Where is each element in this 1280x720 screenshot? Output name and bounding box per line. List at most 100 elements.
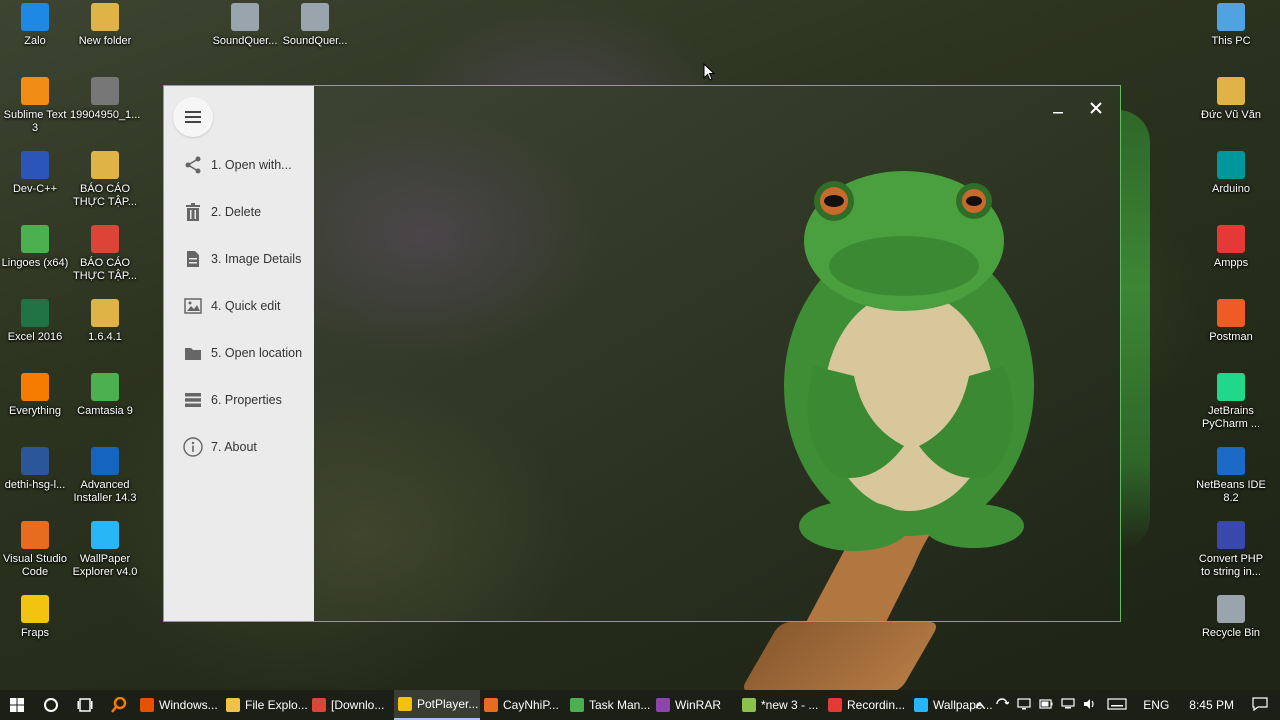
taskbar-app-button[interactable]: Task Man... [566,690,652,720]
viewer-menu-label: 1. Open with... [211,158,292,172]
desktop-icon-label: Recycle Bin [1201,627,1261,639]
minimize-button[interactable] [1048,98,1068,118]
info-icon [183,437,203,457]
taskbar-app-button[interactable]: Windows... [136,690,222,720]
excel-icon [21,299,49,327]
language-indicator[interactable]: ENG [1133,698,1179,712]
taskbar-app-label: *new 3 - ... [761,698,819,712]
viewer-menu-item[interactable]: 1. Open with... [164,150,314,180]
desktop-icon[interactable]: Đức Vũ Văn [1196,77,1266,122]
search-button[interactable] [34,690,68,720]
taskbar-app-button[interactable]: WinRAR [652,690,738,720]
desktop-icon[interactable]: Camtasia 9 [70,373,140,418]
volume-icon[interactable] [1079,698,1101,713]
taskbar-app-button[interactable]: *new 3 - ... [738,690,824,720]
taskbar-app-label: Task Man... [589,698,651,712]
desktop-icon[interactable]: Fraps [0,595,70,640]
taskbar-app-button[interactable]: Recordin... [824,690,910,720]
trash-icon [183,202,203,222]
desktop-icon[interactable]: NetBeans IDE 8.2 [1196,447,1266,505]
windows-media-icon [140,698,154,712]
desktop-icon[interactable]: BÁO CÁO THỰC TẬP... [70,151,140,209]
minimize-icon [1053,112,1063,114]
viewer-menu-item[interactable]: 4. Quick edit [164,291,314,321]
start-button[interactable] [0,690,34,720]
soundquery-icon [301,3,329,31]
clock[interactable]: 8:45 PM [1179,698,1244,712]
show-hidden-icons-button[interactable] [969,698,991,712]
desktop-icon[interactable]: BÁO CÁO THỰC TẬP... [70,225,140,283]
everything-icon [21,373,49,401]
close-button[interactable] [1086,98,1106,118]
desktop-icon[interactable]: Arduino [1196,151,1266,196]
desktop-icon[interactable]: Advanced Installer 14.3 [70,447,140,505]
viewer-menu-item[interactable]: 3. Image Details [164,244,314,274]
this-pc-icon [1217,3,1245,31]
desktop-icon[interactable]: This PC [1196,3,1266,48]
desktop-icon[interactable]: JetBrains PyCharm ... [1196,373,1266,431]
viewer-menu-item[interactable]: 6. Properties [164,385,314,415]
viewer-menu-item[interactable]: 7. About [164,432,314,462]
desktop-icon-label: NetBeans IDE 8.2 [1196,479,1266,504]
background-frog-edge [1118,110,1150,550]
wallpaper-icon [914,698,928,712]
background-branch [739,622,941,692]
desktop-icon[interactable]: Dev-C++ [0,151,70,196]
desktop-icon[interactable]: Ampps [1196,225,1266,270]
desktop-icon[interactable]: Convert PHP to string in... [1196,521,1266,579]
devcpp-icon [21,151,49,179]
task-manager-icon [570,698,584,712]
desktop-icon[interactable]: 1.6.4.1 [70,299,140,344]
taskbar-app-label: WinRAR [675,698,722,712]
sync-icon[interactable] [991,697,1013,713]
network-icon[interactable] [1057,697,1079,713]
notifications-button[interactable] [1244,696,1280,714]
battery-icon[interactable] [1035,698,1057,712]
taskbar-app-button[interactable]: [Downlo... [308,690,394,720]
lingoes-icon [21,225,49,253]
desktop-icon[interactable]: Postman [1196,299,1266,344]
desktop-icon[interactable]: Excel 2016 [0,299,70,344]
taskbar-app-label: Windows... [159,698,218,712]
image-file-icon [91,77,119,105]
desktop-icon-label: Ampps [1213,257,1249,269]
task-view-button[interactable] [68,690,102,720]
desktop-icon[interactable]: Everything [0,373,70,418]
viewer-sidebar: 1. Open with... 2. Delete 3. Image Details… [164,86,314,621]
desktop-icon[interactable]: Sublime Text 3 [0,77,70,135]
desktop-icon[interactable]: Lingoes (x64) [0,225,70,270]
taskbar-app-button[interactable]: PotPlayer... [394,690,480,720]
viewer-menu-label: 6. Properties [211,393,282,407]
desktop-icon[interactable]: New folder [70,3,140,48]
desktop-icon-label: dethi-hsg-l... [4,479,66,491]
taskbar-app-button[interactable]: CayNhiP... [480,690,566,720]
taskbar-app-button[interactable]: File Explo... [222,690,308,720]
desktop-icon[interactable]: WallPaper Explorer v4.0 [70,521,140,579]
everything-taskbar-button[interactable] [102,690,136,720]
desktop-icon-label: Lingoes (x64) [1,257,69,269]
desktop-icon[interactable]: 19904950_1... [70,77,140,122]
desktop-icon-label: Arduino [1212,183,1250,195]
desktop-icon[interactable]: Recycle Bin [1196,595,1266,640]
desktop-icon[interactable]: SoundQuer... [280,3,350,48]
taskbar-app-label: CayNhiP... [503,698,559,712]
arduino-icon [1217,151,1245,179]
viewer-menu-label: 5. Open location [211,346,303,360]
keyboard-icon[interactable] [1101,697,1133,713]
viewer-menu-item[interactable]: 2. Delete [164,197,314,227]
desktop-icon[interactable]: Visual Studio Code [0,521,70,579]
desktop-icon-label: BÁO CÁO THỰC TẬP... [72,257,137,282]
viewer-menu-label: 7. About [211,440,257,454]
desktop-icon-label: New folder [78,35,132,47]
hamburger-menu-button[interactable] [173,97,213,137]
desktop-icon[interactable]: Zalo [0,3,70,48]
everything-icon [111,697,127,713]
viewer-menu-item[interactable]: 5. Open location [164,338,314,368]
cortana-icon [44,698,58,712]
desktop-icon-label: Zalo [24,35,46,47]
viewer-menu-label: 3. Image Details [211,252,302,266]
desktop-icon[interactable]: SoundQuer... [210,3,280,48]
desktop-icon[interactable]: dethi-hsg-l... [0,447,70,492]
monitor-icon[interactable] [1013,697,1035,713]
folder-icon [91,3,119,31]
